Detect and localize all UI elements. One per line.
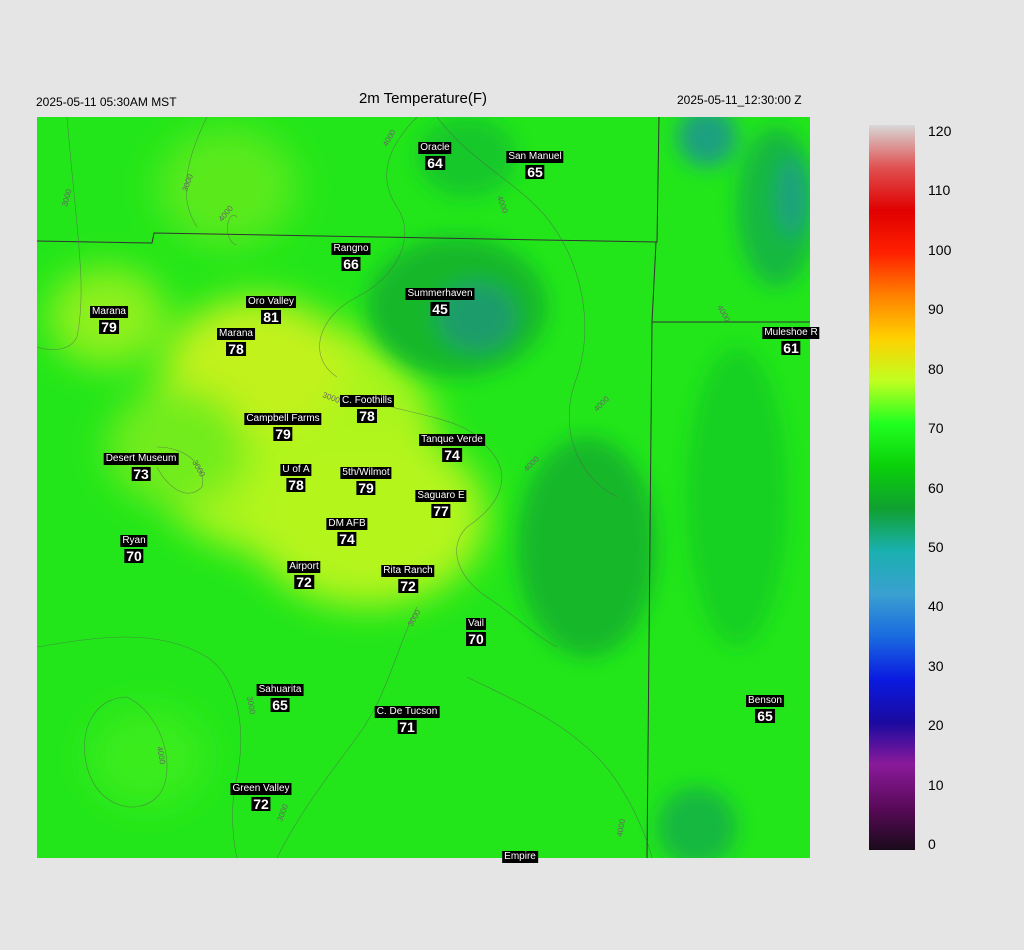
station-marker: Benson 65 <box>746 691 784 723</box>
station-temperature: 72 <box>251 796 271 812</box>
colorbar-tick-label: 10 <box>928 776 944 793</box>
colorbar <box>869 125 915 850</box>
station-marker: C. De Tucson 71 <box>374 702 440 735</box>
station-name: Marana <box>90 306 128 318</box>
station-temperature: 74 <box>337 531 357 547</box>
station-temperature: 70 <box>466 631 486 647</box>
station-name: 5th/Wilmot <box>340 467 392 479</box>
station-marker: Muleshoe R 61 <box>762 323 820 356</box>
station-name: C. Foothills <box>339 395 395 407</box>
station-marker: Summerhaven 45 <box>405 284 475 317</box>
station-temperature: 70 <box>124 548 144 564</box>
station-marker: Ryan 70 <box>120 531 148 564</box>
station-temperature: 64 <box>425 155 445 171</box>
station-temperature: 45 <box>430 301 450 317</box>
station-temperature: 72 <box>294 574 314 590</box>
station-marker: DM AFB 74 <box>326 514 368 547</box>
station-temperature: 74 <box>442 447 462 463</box>
station-temperature: 65 <box>525 164 545 180</box>
station-temperature: 78 <box>357 408 377 424</box>
station-name: Benson <box>746 695 784 707</box>
station-marker: Empire <box>502 847 538 863</box>
station-temperature: 81 <box>261 309 281 325</box>
colorbar-tick-label: 40 <box>928 598 944 615</box>
station-marker: Airport 72 <box>287 557 321 590</box>
station-temperature: 65 <box>270 697 290 713</box>
station-marker: Sahuarita 65 <box>256 680 304 713</box>
station-marker: U of A 78 <box>280 460 312 493</box>
station-name: Summerhaven <box>405 288 475 300</box>
station-name: Empire <box>502 851 538 863</box>
station-marker: San Manuel 65 <box>506 147 564 180</box>
station-temperature: 79 <box>356 480 376 496</box>
station-marker: Saguaro E 77 <box>415 486 467 519</box>
station-name: U of A <box>280 464 312 476</box>
colorbar-tick-label: 50 <box>928 538 944 555</box>
station-temperature: 78 <box>226 341 246 357</box>
station-name: C. De Tucson <box>374 706 440 718</box>
station-temperature: 73 <box>131 466 151 482</box>
colorbar-tick-label: 0 <box>928 836 936 852</box>
colorbar-tick-label: 30 <box>928 657 944 674</box>
station-marker: Tanque Verde 74 <box>419 430 485 462</box>
station-marker: Oro Valley 81 <box>246 292 296 324</box>
station-marker: Marana 79 <box>90 302 128 334</box>
station-temperature: 79 <box>99 319 119 335</box>
station-name: Rangno <box>331 243 371 255</box>
station-name: Marana <box>217 328 255 340</box>
station-temperature: 71 <box>397 719 417 735</box>
station-name: San Manuel <box>506 151 564 163</box>
station-name: Oracle <box>418 142 452 154</box>
colorbar-tick-label: 60 <box>928 479 944 496</box>
station-temperature: 72 <box>398 578 418 594</box>
colorbar-tick-label: 70 <box>928 420 944 437</box>
station-name: Ryan <box>120 535 148 547</box>
station-temperature: 66 <box>341 256 361 272</box>
station-name: Rita Ranch <box>381 565 435 577</box>
colorbar-tick-label: 90 <box>928 301 944 318</box>
station-marker: Marana 78 <box>217 324 255 356</box>
station-name: Tanque Verde <box>419 434 485 446</box>
colorbar-tick-label: 20 <box>928 717 944 734</box>
station-marker: Vail 70 <box>466 614 486 646</box>
station-marker: Rita Ranch 72 <box>381 561 435 594</box>
valid-time-utc: 2025-05-11_12:30:00 Z <box>677 93 802 107</box>
station-name: Oro Valley <box>246 296 296 308</box>
station-marker: Campbell Farms 79 <box>244 409 322 442</box>
station-marker: C. Foothills 78 <box>339 391 395 424</box>
station-temperature: 78 <box>286 477 306 493</box>
station-name: Saguaro E <box>415 490 467 502</box>
station-marker: Green Valley 72 <box>230 779 292 812</box>
station-marker: Desert Museum 73 <box>103 449 179 482</box>
colorbar-tick-label: 80 <box>928 360 944 377</box>
station-marker: Rangno 66 <box>331 239 371 272</box>
colorbar-tick-label: 110 <box>928 182 951 199</box>
colorbar-tick-label: 100 <box>928 241 952 258</box>
station-name: Desert Museum <box>103 453 179 465</box>
station-name: Green Valley <box>230 783 292 795</box>
station-name: Muleshoe R <box>762 327 820 339</box>
station-name: Sahuarita <box>256 684 304 696</box>
station-name: Vail <box>466 618 486 630</box>
station-temperature: 77 <box>431 503 451 519</box>
station-temperature: 61 <box>781 340 801 356</box>
station-marker: 5th/Wilmot 79 <box>340 463 392 496</box>
station-name: Campbell Farms <box>244 413 322 425</box>
station-temperature: 65 <box>755 708 775 724</box>
colorbar-tick-label: 120 <box>928 123 952 139</box>
station-marker: Oracle 64 <box>418 138 452 171</box>
station-temperature: 79 <box>273 426 293 442</box>
station-name: DM AFB <box>326 518 368 530</box>
station-name: Airport <box>287 561 321 573</box>
